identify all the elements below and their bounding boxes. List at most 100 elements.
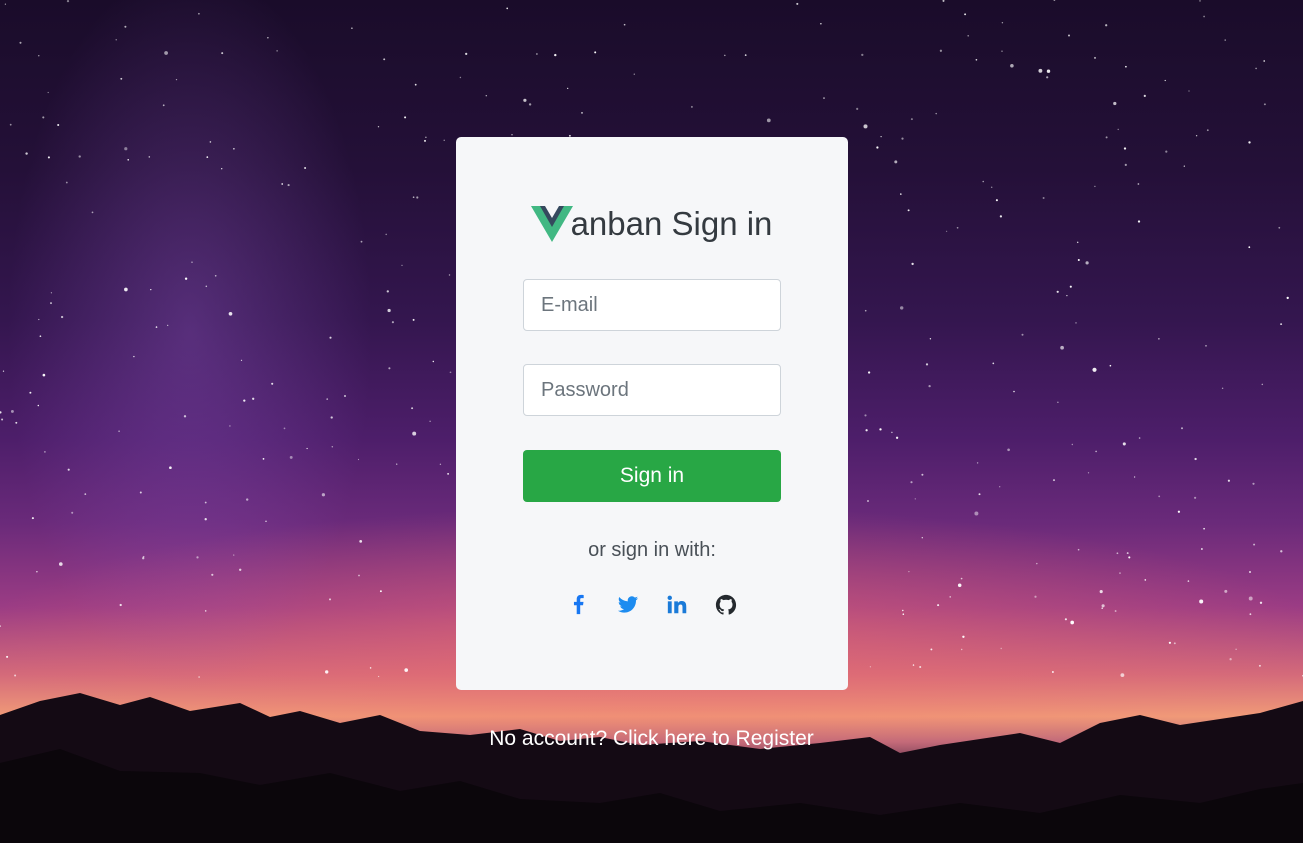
star (120, 77, 123, 80)
star (1125, 65, 1127, 68)
star (412, 318, 415, 321)
facebook-login-button[interactable] (566, 592, 591, 618)
star (1010, 64, 1014, 68)
password-field[interactable] (523, 364, 781, 416)
star (1253, 543, 1256, 546)
email-field[interactable] (523, 279, 781, 331)
star (1001, 21, 1004, 24)
star (935, 112, 937, 115)
star (167, 324, 169, 327)
brand-header: anban Sign in (0, 204, 1303, 244)
star (1000, 647, 1002, 650)
star (901, 137, 904, 140)
star (42, 373, 46, 377)
star (1057, 401, 1059, 403)
register-link[interactable]: No account? Click here to Register (0, 727, 1303, 751)
star (1164, 79, 1166, 82)
star (894, 160, 898, 164)
github-login-button[interactable] (713, 592, 738, 618)
star (1221, 387, 1224, 390)
linkedin-login-button[interactable] (664, 592, 689, 618)
star (425, 136, 427, 138)
star (964, 13, 967, 16)
star (1021, 333, 1024, 336)
star (1071, 443, 1073, 446)
twitter-login-button[interactable] (615, 592, 640, 618)
star (910, 481, 913, 484)
star (447, 473, 449, 475)
star (124, 25, 127, 28)
star (358, 574, 360, 577)
star (1248, 596, 1253, 601)
star (1116, 552, 1119, 555)
star (175, 78, 178, 81)
star (214, 274, 217, 277)
star (412, 196, 415, 199)
sign-in-button[interactable]: Sign in (523, 450, 781, 502)
star (1224, 589, 1228, 593)
star (523, 98, 527, 102)
star (485, 94, 488, 97)
star (4, 3, 7, 5)
star (66, 0, 70, 3)
star (209, 141, 212, 143)
star (867, 500, 869, 502)
star (183, 415, 187, 418)
star (29, 391, 32, 394)
star (359, 540, 363, 543)
star (401, 264, 403, 266)
linkedin-icon (667, 595, 686, 614)
star (942, 0, 945, 2)
star (265, 520, 267, 522)
star (1013, 390, 1015, 393)
star (536, 53, 538, 55)
star (1263, 60, 1266, 62)
star (1038, 68, 1043, 73)
star (1042, 197, 1045, 199)
star (1053, 0, 1056, 2)
star (321, 493, 326, 497)
star (992, 362, 995, 365)
star (1087, 472, 1090, 474)
star (124, 287, 128, 292)
star (67, 468, 70, 471)
star (1200, 548, 1203, 550)
star (863, 124, 868, 129)
star (911, 262, 914, 266)
star (388, 367, 391, 370)
star (42, 116, 45, 119)
star (262, 458, 265, 460)
star (623, 23, 626, 26)
star (1099, 590, 1103, 594)
star (150, 288, 152, 291)
star (1263, 103, 1266, 106)
star (211, 573, 214, 576)
star (330, 416, 333, 419)
star (1259, 601, 1263, 604)
star (1046, 69, 1051, 73)
star (796, 2, 799, 5)
star (118, 430, 120, 433)
star (10, 409, 14, 413)
star (1280, 550, 1283, 553)
star (1101, 607, 1103, 609)
star (246, 498, 249, 501)
star (1261, 383, 1264, 386)
star (930, 648, 933, 651)
star (766, 118, 771, 123)
star (383, 58, 386, 61)
star (281, 183, 284, 185)
star (1158, 338, 1160, 340)
star (967, 34, 970, 37)
star (1205, 345, 1207, 347)
star (823, 97, 825, 100)
star (206, 156, 209, 158)
star (1085, 261, 1089, 265)
star (975, 58, 978, 61)
star (196, 556, 199, 559)
star (1252, 482, 1255, 485)
star (36, 570, 38, 573)
star (962, 635, 965, 638)
star (221, 52, 224, 55)
star (1123, 147, 1127, 150)
